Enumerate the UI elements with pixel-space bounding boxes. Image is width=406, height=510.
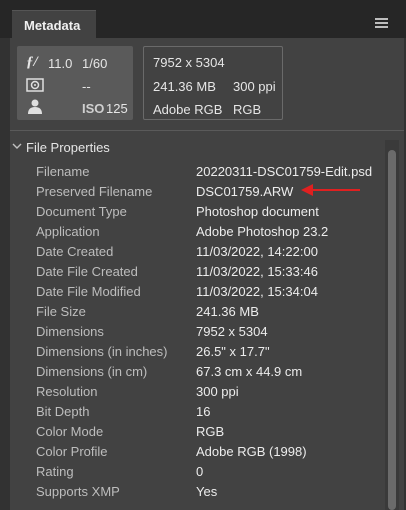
property-key: Dimensions (in inches) [36, 344, 168, 359]
property-value: Photoshop document [196, 204, 319, 219]
image-dimensions: 7952 x 5304 [153, 55, 225, 70]
property-value: 11/03/2022, 15:34:04 [196, 284, 318, 299]
image-resolution: 300 ppi [233, 79, 276, 94]
property-value: 26.5" x 17.7" [196, 344, 270, 359]
shutter-speed: 1/60 [82, 56, 108, 71]
camera-settings-box: ƒ/ 11.0 1/60 -- ISO 125 [17, 46, 133, 120]
property-value: 241.36 MB [196, 304, 259, 319]
property-value: 11/03/2022, 15:33:46 [196, 264, 318, 279]
section-title: File Properties [26, 140, 110, 155]
property-key: Dimensions [36, 324, 104, 339]
property-key: File Size [36, 304, 86, 319]
scrollbar-thumb[interactable] [388, 150, 396, 510]
property-key: Document Type [36, 204, 127, 219]
property-key: Dimensions (in cm) [36, 364, 148, 379]
tab-metadata-label: Metadata [24, 18, 81, 33]
image-mode: RGB [233, 102, 262, 117]
property-value: 0 [196, 464, 204, 479]
image-size: 241.36 MB [153, 79, 216, 94]
person-icon [28, 99, 42, 119]
property-key: Resolution [36, 384, 98, 399]
image-info-box: 7952 x 5304 241.36 MB 300 ppi Adobe RGB … [143, 46, 283, 120]
property-value: 7952 x 5304 [196, 324, 268, 339]
property-key: Color Mode [36, 424, 104, 439]
aperture-f-icon: ƒ/ [26, 54, 38, 70]
property-key: Date Created [36, 244, 114, 259]
property-key: Application [36, 224, 100, 239]
property-key: Rating [36, 464, 74, 479]
metering-icon [26, 78, 44, 97]
property-value: RGB [196, 424, 225, 439]
hamburger-menu-icon[interactable] [375, 18, 388, 28]
property-value: 11/03/2022, 14:22:00 [196, 244, 318, 259]
property-key: Filename [36, 164, 90, 179]
annotation-arrow-icon [300, 183, 362, 202]
property-key: Preserved Filename [36, 184, 153, 199]
property-value: Adobe RGB (1998) [196, 444, 307, 459]
property-value: Yes [196, 484, 218, 499]
chevron-down-icon [12, 141, 22, 153]
tab-metadata[interactable]: Metadata [12, 10, 96, 38]
metering-value: -- [82, 79, 91, 94]
property-key: Date File Created [36, 264, 138, 279]
panel-tab-bar: Metadata [0, 0, 406, 38]
divider [10, 130, 404, 131]
property-key: Bit Depth [36, 404, 90, 419]
property-value: DSC01759.ARW [196, 184, 294, 199]
property-key: Supports XMP [36, 484, 120, 499]
f-number: 11.0 [48, 56, 73, 71]
property-value: Adobe Photoshop 23.2 [196, 224, 329, 239]
property-value: 300 ppi [196, 384, 239, 399]
property-value: 16 [196, 404, 211, 419]
image-profile: Adobe RGB [153, 102, 223, 117]
property-value: 67.3 cm x 44.9 cm [196, 364, 303, 379]
property-key: Color Profile [36, 444, 108, 459]
iso-value: 125 [106, 101, 128, 116]
iso-label: ISO [82, 101, 105, 116]
property-key: Date File Modified [36, 284, 141, 299]
property-value: 20220311-DSC01759-Edit.psd [196, 164, 373, 179]
